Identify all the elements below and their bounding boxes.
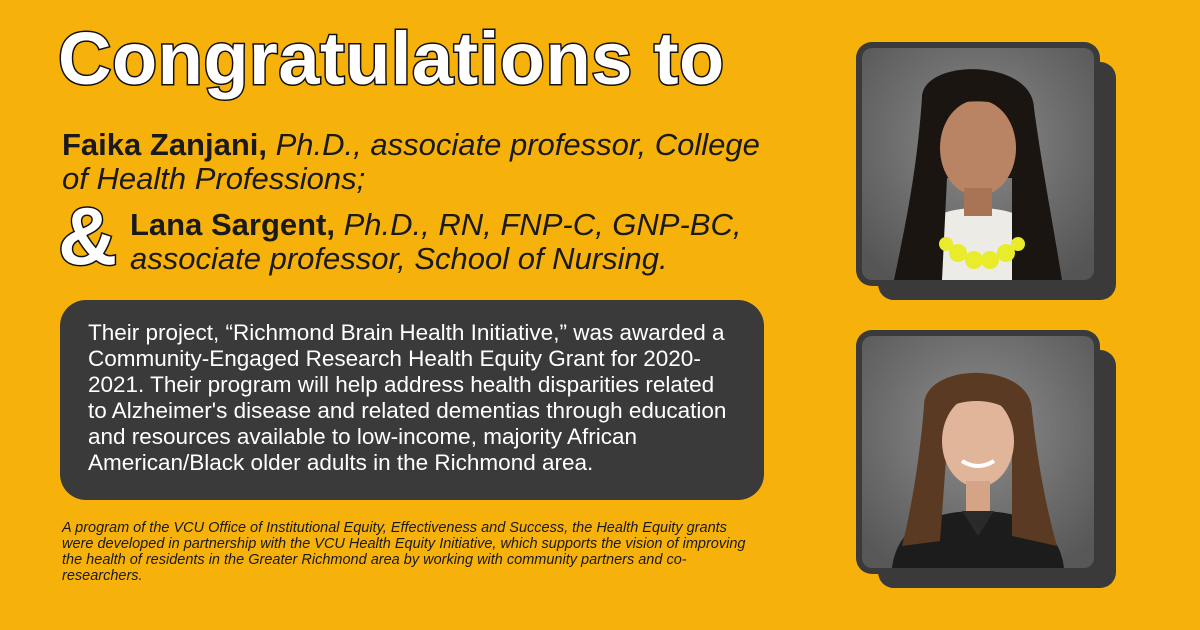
ampersand: & bbox=[56, 191, 118, 282]
photo-1-frame bbox=[856, 42, 1100, 286]
recipient-2: Lana Sargent, Ph.D., RN, FNP-C, GNP-BC, … bbox=[130, 208, 830, 276]
footnote: A program of the VCU Office of Instituti… bbox=[62, 520, 746, 584]
description-text: Their project, “Richmond Brain Health In… bbox=[88, 320, 727, 475]
headline: Congratulations to bbox=[57, 17, 726, 100]
recipient-2-name: Lana Sargent, bbox=[130, 207, 335, 242]
photo-2-portrait bbox=[862, 336, 1094, 568]
description-panel: Their project, “Richmond Brain Health In… bbox=[60, 300, 764, 500]
photo-2-frame bbox=[856, 330, 1100, 574]
recipient-1: Faika Zanjani, Ph.D., associate professo… bbox=[62, 128, 762, 196]
photo-1-portrait bbox=[862, 48, 1094, 280]
recipient-1-name: Faika Zanjani, bbox=[62, 127, 268, 162]
